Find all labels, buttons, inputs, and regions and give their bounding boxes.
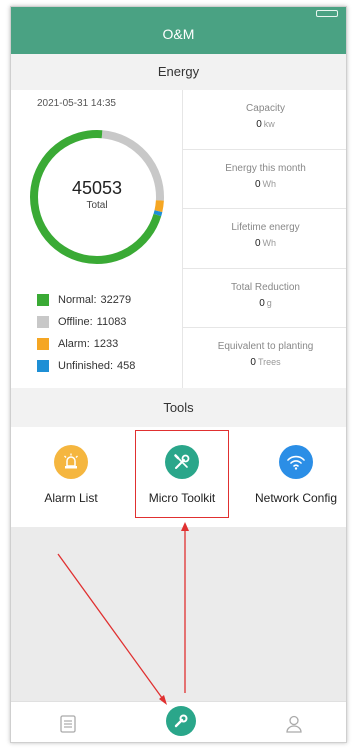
micro-toolkit-button[interactable]: Micro Toolkit: [135, 430, 229, 518]
legend-label: Offline:: [58, 316, 93, 328]
legend-offline: Offline: 11083: [37, 311, 135, 333]
legend-value: 32279: [100, 294, 132, 306]
stat-title: Energy this month: [225, 162, 306, 174]
energy-section-title: Energy: [11, 54, 346, 90]
bottom-tab-bar: [11, 701, 346, 742]
stat-value: 0: [254, 178, 261, 190]
alarm-list-button[interactable]: Alarm List: [26, 427, 116, 527]
tools-section-title: Tools: [11, 388, 346, 427]
stat-value: 0: [254, 238, 261, 250]
status-bar: [11, 7, 346, 21]
legend-value: 458: [117, 360, 136, 372]
stat-lifetime-energy: Lifetime energy 0 Wh: [182, 209, 346, 269]
legend-value: 11083: [96, 316, 127, 328]
legend-label: Normal:: [58, 294, 97, 306]
stat-title: Lifetime energy: [231, 222, 300, 234]
stat-planting-equivalent: Equivalent to planting 0 Trees: [182, 328, 346, 388]
legend-label: Unfinished:: [58, 360, 114, 372]
battery-icon: [316, 10, 338, 17]
energy-stats: Capacity 0 kw Energy this month 0 Wh Lifet…: [182, 90, 346, 388]
total-devices-label: Total: [86, 200, 108, 211]
empty-content-area: [11, 527, 346, 701]
wrench-screwdriver-icon: [165, 445, 199, 479]
tool-label: Network Config: [254, 491, 338, 505]
stat-unit: kw: [263, 119, 275, 129]
stat-capacity: Capacity 0 kw: [182, 90, 346, 150]
phone-frame: O&M Energy 2021-05-31 14:35 45053 Total …: [10, 6, 347, 743]
page-title: O&M: [162, 26, 195, 42]
legend-swatch: [37, 316, 49, 328]
stat-energy-month: Energy this month 0 Wh: [182, 149, 346, 210]
energy-timestamp: 2021-05-31 14:35: [37, 98, 116, 109]
stat-title: Capacity: [246, 103, 285, 114]
tool-label: Alarm List: [44, 491, 98, 505]
stat-unit: Trees: [257, 357, 281, 368]
tools-panel: Alarm List Micro Toolkit Network Config: [11, 427, 346, 527]
alarm-light-icon: [54, 445, 88, 479]
tab-tools[interactable]: [151, 702, 211, 742]
user-icon: [286, 715, 302, 733]
app-header: O&M: [11, 21, 346, 54]
stat-total-reduction: Total Reduction 0g: [182, 268, 346, 329]
stat-value: 0: [256, 119, 262, 130]
donut-segment: [153, 210, 163, 217]
stat-unit: g: [266, 297, 272, 308]
stat-title: Total Reduction: [231, 281, 300, 293]
stat-value: 0: [250, 357, 256, 369]
stat-unit: Wh: [262, 178, 277, 189]
legend-label: Alarm:: [58, 338, 90, 350]
legend-value: 1233: [93, 338, 119, 350]
legend-swatch: [37, 338, 49, 350]
tab-profile[interactable]: [264, 702, 324, 742]
status-legend: Normal: 32279 Offline: 11083 Alarm: 1233…: [37, 289, 135, 377]
tool-label: Micro Toolkit: [148, 491, 216, 505]
legend-unfinished: Unfinished: 458: [37, 355, 135, 377]
legend-swatch: [37, 360, 49, 372]
tab-documents[interactable]: [38, 702, 98, 742]
wifi-icon: [279, 445, 313, 479]
stat-title: Equivalent to planting: [217, 341, 314, 353]
legend-alarm: Alarm: 1233: [37, 333, 135, 355]
stat-unit: Wh: [262, 238, 277, 249]
legend-swatch: [37, 294, 49, 306]
wrench-icon: [166, 705, 196, 736]
document-icon: [60, 714, 76, 733]
legend-normal: Normal: 32279: [37, 289, 135, 311]
total-devices-value: 45053: [71, 178, 123, 198]
stat-value: 0: [259, 297, 265, 309]
energy-panel: 2021-05-31 14:35 45053 Total Normal: 322…: [11, 90, 346, 388]
network-config-button[interactable]: Network Config: [244, 427, 346, 527]
